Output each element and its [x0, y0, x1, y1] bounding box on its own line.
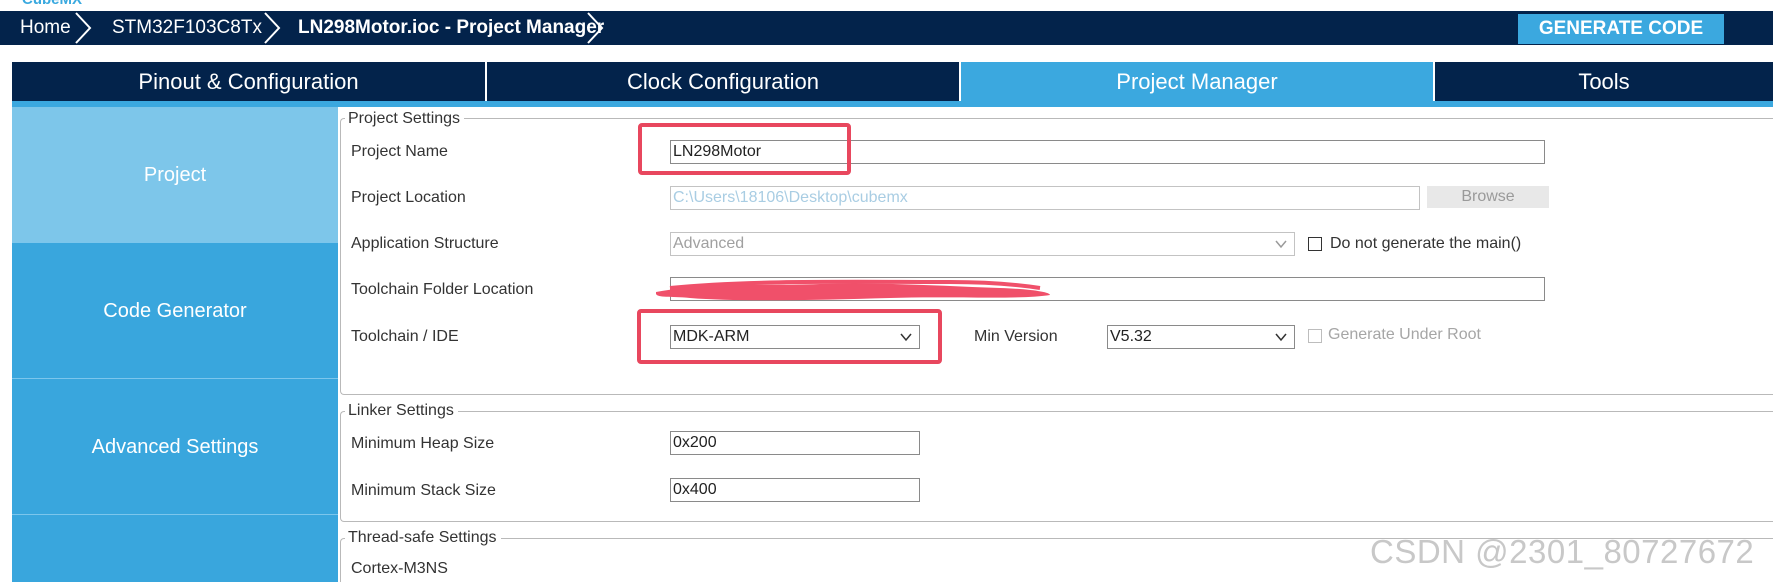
- watermark: CSDN @2301_80727672: [1370, 533, 1755, 570]
- breadcrumb: Home STM32F103C8Tx LN298Motor.ioc - Proj…: [0, 11, 1773, 45]
- app-logo: CubeMX: [22, 0, 82, 8]
- logo-strip: CubeMX: [0, 0, 1773, 11]
- do-not-generate-main-checkbox[interactable]: [1308, 237, 1322, 251]
- toolchain-folder-label: Toolchain Folder Location: [351, 281, 534, 298]
- min-version-select[interactable]: V5.32: [1107, 325, 1295, 349]
- tab-tools[interactable]: Tools: [1435, 62, 1773, 101]
- cortex-core-label: Cortex-M3NS: [351, 560, 448, 577]
- sidebar-item-code-generator[interactable]: Code Generator: [12, 243, 338, 379]
- stack-size-label: Minimum Stack Size: [351, 482, 496, 499]
- linker-settings-group: [340, 411, 1773, 522]
- tab-project-manager[interactable]: Project Manager: [961, 62, 1435, 101]
- toolchain-ide-label: Toolchain / IDE: [351, 328, 459, 345]
- chevron-down-icon: [1275, 333, 1287, 342]
- chevron-right-icon: [264, 12, 281, 44]
- chevron-right-icon: [75, 12, 92, 44]
- main-tabs: Pinout & Configuration Clock Configurati…: [12, 62, 1773, 101]
- application-structure-value: Advanced: [673, 235, 745, 252]
- application-structure-select[interactable]: Advanced: [670, 232, 1295, 256]
- generate-under-root-label: Generate Under Root: [1328, 326, 1481, 343]
- chevron-right-icon: [587, 12, 604, 44]
- application-structure-label: Application Structure: [351, 235, 499, 252]
- redaction-scribble: [656, 279, 1050, 301]
- project-location-input[interactable]: C:\Users\18106\Desktop\cubemx: [670, 186, 1420, 210]
- do-not-generate-main-label: Do not generate the main(): [1330, 235, 1522, 252]
- highlight-project-name: [638, 123, 851, 175]
- min-version-value: V5.32: [1110, 328, 1152, 345]
- sidebar: Project Code Generator Advanced Settings: [12, 107, 338, 582]
- sidebar-item-advanced-settings[interactable]: Advanced Settings: [12, 379, 338, 515]
- generate-under-root-checkbox[interactable]: [1308, 329, 1322, 343]
- generate-code-button[interactable]: GENERATE CODE: [1518, 14, 1724, 44]
- stack-size-input[interactable]: 0x400: [670, 478, 920, 502]
- browse-button[interactable]: Browse: [1427, 186, 1549, 208]
- breadcrumb-home[interactable]: Home: [20, 11, 71, 45]
- tab-clock-configuration[interactable]: Clock Configuration: [487, 62, 961, 101]
- project-settings-legend: Project Settings: [345, 110, 465, 128]
- heap-size-input[interactable]: 0x200: [670, 431, 920, 455]
- breadcrumb-device[interactable]: STM32F103C8Tx: [112, 11, 262, 45]
- thread-safe-settings-legend: Thread-safe Settings: [345, 529, 501, 547]
- sidebar-item-project[interactable]: Project: [12, 107, 338, 243]
- linker-settings-legend: Linker Settings: [345, 402, 458, 420]
- breadcrumb-current[interactable]: LN298Motor.ioc - Project Manager: [298, 11, 604, 45]
- tab-pinout-configuration[interactable]: Pinout & Configuration: [12, 62, 487, 101]
- highlight-toolchain-ide: [637, 309, 942, 364]
- project-name-label: Project Name: [351, 143, 448, 160]
- project-location-label: Project Location: [351, 189, 466, 206]
- chevron-down-icon: [1275, 240, 1287, 249]
- min-version-label: Min Version: [974, 328, 1058, 345]
- heap-size-label: Minimum Heap Size: [351, 435, 495, 452]
